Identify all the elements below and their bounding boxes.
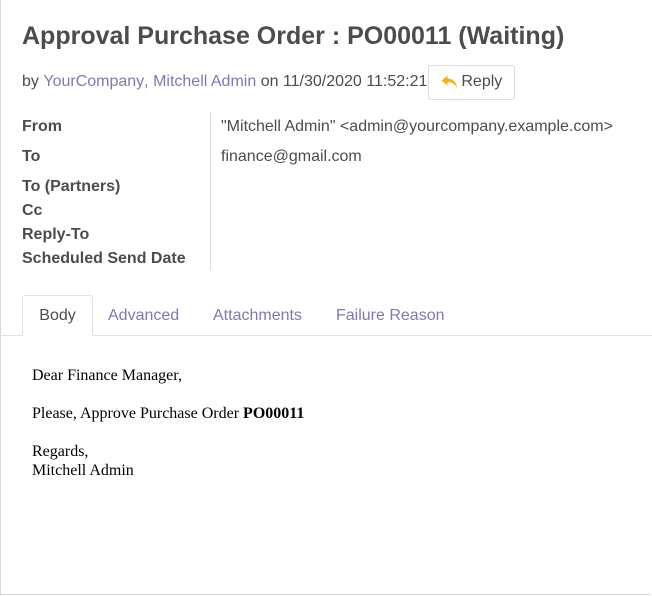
tab-failure-reason[interactable]: Failure Reason: [336, 295, 445, 336]
reply-button[interactable]: Reply: [428, 64, 516, 100]
author-name-link[interactable]: Mitchell Admin: [153, 73, 256, 91]
field-label-cc: Cc: [22, 202, 43, 219]
email-body: Dear Finance Manager, Please, Approve Pu…: [32, 366, 304, 480]
message-byline: by YourCompany, Mitchell Admin on 11/30/…: [22, 64, 516, 100]
body-closing: Regards,: [32, 443, 89, 460]
field-value-from: "Mitchell Admin" <admin@yourcompany.exam…: [221, 118, 613, 135]
page-title: Approval Purchase Order : PO00011 (Waiti…: [22, 22, 565, 50]
tab-body[interactable]: Body: [22, 295, 93, 337]
field-value-to: finance@gmail.com: [221, 148, 362, 165]
reply-arrow-icon: [441, 75, 458, 89]
message-datetime: 11/30/2020 11:52:21: [282, 73, 428, 90]
body-approval-line: Please, Approve Purchase Order PO00011: [32, 404, 304, 423]
body-order-reference: PO00011: [243, 405, 305, 422]
on-word: on: [260, 73, 279, 90]
field-label-to: To: [22, 148, 41, 165]
tab-attachments[interactable]: Attachments: [213, 295, 302, 336]
reply-button-label: Reply: [461, 73, 503, 90]
notebook-tabs: Body Advanced Attachments Failure Reason: [0, 295, 652, 337]
body-greeting: Dear Finance Manager,: [32, 367, 182, 384]
field-labels-column: From To To (Partners) Cc Reply-To Schedu…: [22, 112, 211, 270]
author-company-link[interactable]: YourCompany: [43, 73, 144, 91]
field-label-from: From: [22, 118, 62, 135]
field-label-scheduled-send-date: Scheduled Send Date: [22, 250, 186, 267]
field-label-reply-to: Reply-To: [22, 226, 90, 243]
field-label-to-partners: To (Partners): [22, 178, 121, 195]
byline-prefix: by: [22, 73, 39, 90]
tab-advanced[interactable]: Advanced: [108, 295, 179, 336]
body-signature: Mitchell Admin: [32, 462, 134, 479]
body-approval-text: Please, Approve Purchase Order: [32, 405, 244, 422]
